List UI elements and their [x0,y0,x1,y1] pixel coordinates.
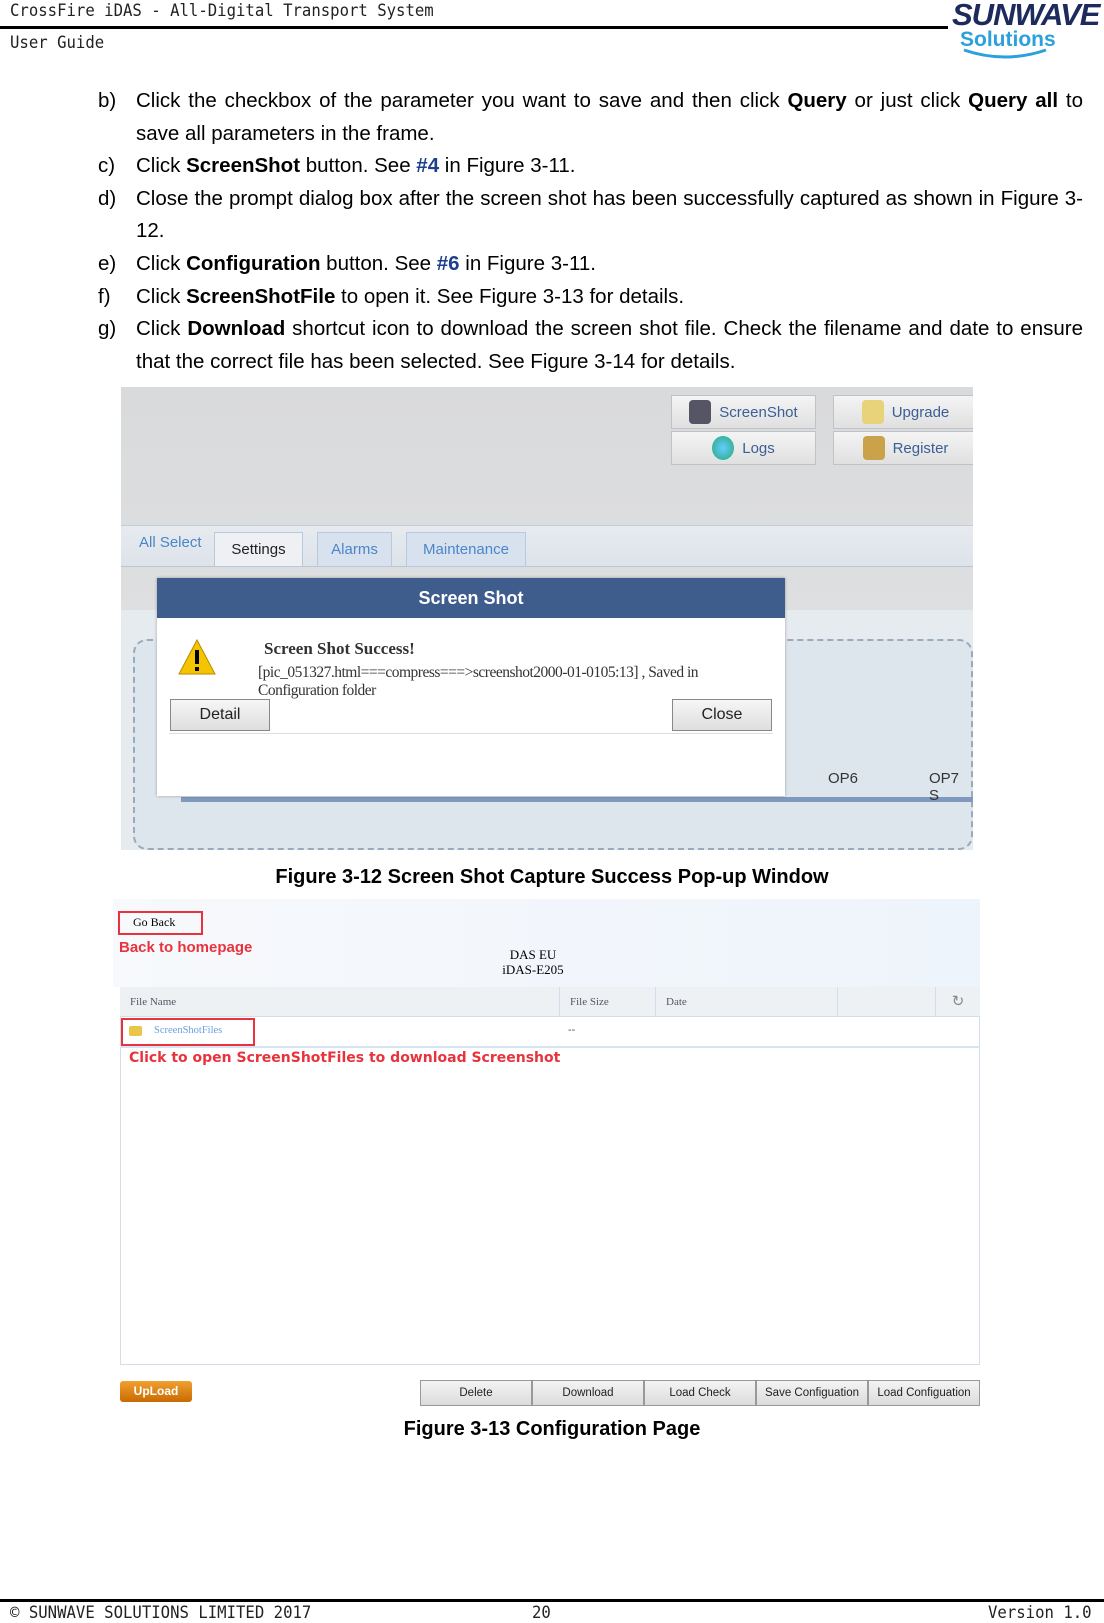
step-text-part: #6 [436,251,460,275]
step-text: Click Download shortcut icon to download… [136,313,1083,378]
step-item: f) Click ScreenShotFile to open it. See F… [98,281,1083,314]
step-text-part: button. See [300,154,417,178]
globe-icon [712,436,735,460]
dialog-title: Screen Shot [157,578,785,618]
logs-button[interactable]: Logs [671,431,816,465]
camera-icon [689,400,712,424]
step-text-part: Click [136,317,188,341]
step-item: e) Click Configuration button. See #6 in … [98,248,1083,281]
register-button[interactable]: Register [833,431,973,465]
tab-alarms[interactable]: Alarms [317,532,392,567]
close-button[interactable]: Close [672,699,772,731]
screen-shot-dialog: Screen Shot Screen Shot Success! [pic_05… [157,578,785,796]
dialog-heading: Screen Shot Success! [264,639,415,658]
save-configuration-button[interactable]: Save Configuation [756,1380,868,1406]
step-text: Click the checkbox of the parameter you … [136,85,1083,150]
sunwave-logo: SUNWAVE Solutions [950,0,1104,64]
screenshot-button[interactable]: ScreenShot [671,395,816,429]
step-text-part: or just click [846,89,969,112]
download-button[interactable]: Download [532,1380,644,1406]
footer-divider [0,1599,1104,1602]
warning-icon [178,638,216,675]
header-divider [0,26,948,29]
step-text-part: Click [136,251,187,275]
step-item: c) Click ScreenShot button. See #4 in Fig… [98,150,1083,183]
footer-copyright: © SUNWAVE SOLUTIONS LIMITED 2017 [10,1603,312,1623]
folder-icon [861,400,884,424]
step-text-part: Click [136,154,187,178]
column-date[interactable]: Date [656,987,838,1017]
step-text-part: Query [787,89,847,112]
folder-icon [129,1026,142,1036]
step-letter: f) [98,284,111,308]
step-text-part: Query all [968,89,1059,112]
step-text-part: #4 [416,154,440,178]
back-note: Back to homepage [119,939,253,956]
step-letter: c) [98,154,116,178]
step-text-part: button. See [320,251,437,275]
step-text-part: ScreenShot [186,154,301,178]
step-text: Click ScreenShotFile to open it. See Fig… [136,281,1083,314]
step-item: b) Click the checkbox of the parameter yo… [98,85,1083,150]
step-text-part: Close the prompt dialog box after the sc… [136,186,1083,243]
step-text-part: to open it. See Figure 3-13 for details. [335,284,685,308]
step-letter: e) [98,251,117,275]
screenshot-figure: ScreenShot Upgrade Logs Register All Sel… [121,387,973,850]
step-letter: d) [98,186,117,210]
column-file-name[interactable]: File Name [120,987,560,1017]
load-check-button[interactable]: Load Check [644,1380,756,1406]
instruction-steps: b) Click the checkbox of the parameter yo… [98,85,1083,378]
page-number: 20 [532,1603,551,1623]
screenshotfiles-link[interactable]: ScreenShotFiles [154,1025,222,1036]
step-text-part: Download [187,317,286,341]
step-letter: g) [98,317,117,341]
delete-button[interactable]: Delete [420,1380,532,1406]
configuration-page-figure: Go Back Back to homepage DAS EU iDAS-E205… [113,899,980,1410]
step-item: g) Click Download shortcut icon to downlo… [98,313,1083,378]
port-label: OP7 S [929,770,960,804]
step-text: Click Configuration button. See #6 in Fi… [136,248,1083,281]
file-size-value: -- [568,1024,576,1036]
tab-maintenance[interactable]: Maintenance [406,532,526,567]
step-text-part: Click the checkbox of the parameter you … [136,89,788,112]
footer-version: Version 1.0 [988,1603,1092,1623]
step-text-part: in Figure 3-11. [439,154,576,178]
tab-settings[interactable]: Settings [214,532,303,567]
header-title: CrossFire iDAS - All-Digital Transport S… [10,1,434,21]
go-back-button[interactable]: Go Back [133,915,175,930]
step-text-part: ScreenShotFile [186,284,336,308]
all-select-link[interactable]: All Select [139,534,202,551]
load-configuration-button[interactable]: Load Configuation [868,1380,980,1406]
device-model: iDAS-E205 [502,962,564,977]
step-text-part: Configuration [186,251,321,275]
key-lock-icon [862,436,885,460]
upload-button[interactable]: UpLoad [120,1381,192,1402]
figure-caption: Figure 3-12 Screen Shot Capture Success … [275,866,829,888]
open-note: Click to open ScreenShotFiles to downloa… [129,1050,561,1066]
dialog-message: [pic_051327.html===compress===>screensho… [258,664,699,699]
step-item: d) Close the prompt dialog box after the … [98,183,1083,248]
upgrade-button[interactable]: Upgrade [833,395,973,429]
step-text: Click ScreenShot button. See #4 in Figur… [136,150,1083,183]
step-text-part: Click [136,284,187,308]
figure-caption: Figure 3-13 Configuration Page [403,1418,701,1440]
column-file-size[interactable]: File Size [560,987,656,1017]
device-name: DAS EU [509,947,557,962]
refresh-icon[interactable]: ↻ [936,987,980,1017]
step-text-part: in Figure 3-11. [459,251,596,275]
step-letter: b) [98,89,117,112]
step-text: Close the prompt dialog box after the sc… [136,183,1083,248]
port-label: OP6 [828,770,859,787]
detail-button[interactable]: Detail [170,699,270,731]
header-subtitle: User Guide [10,33,105,53]
